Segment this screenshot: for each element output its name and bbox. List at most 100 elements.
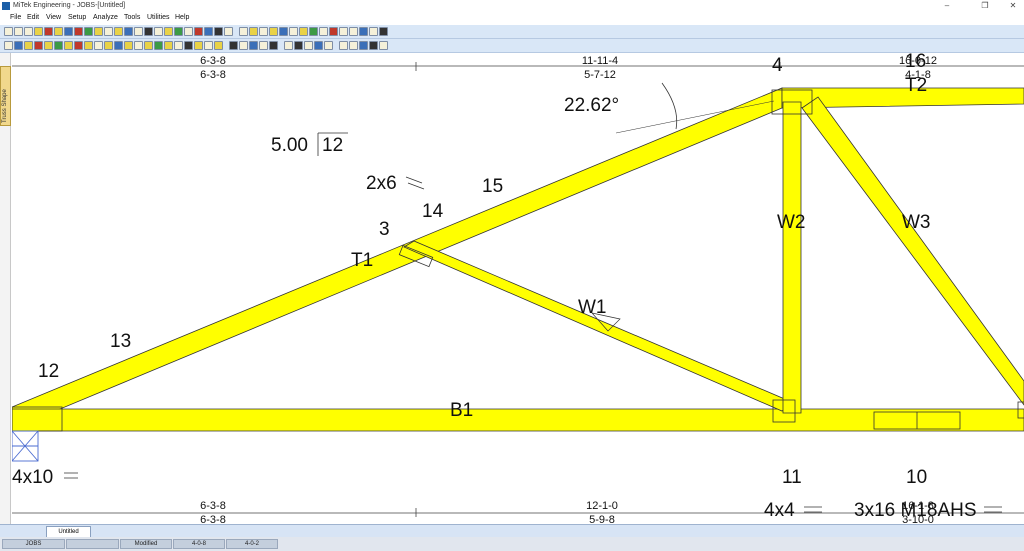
menu-utilities[interactable]: Utilities (147, 14, 170, 21)
copy-icon[interactable] (14, 41, 23, 50)
results-icon[interactable] (104, 27, 113, 36)
report-icon[interactable] (144, 27, 153, 36)
roof-icon[interactable] (44, 27, 53, 36)
dimension-icon[interactable] (204, 27, 213, 36)
web-w1[interactable] (403, 240, 795, 412)
menu-file[interactable]: File (10, 14, 21, 21)
disk-icon[interactable] (314, 41, 323, 50)
stub-icon[interactable] (124, 41, 133, 50)
design-icon[interactable] (94, 27, 103, 36)
print-icon[interactable] (24, 27, 33, 36)
pitch-icon[interactable] (249, 27, 258, 36)
floor-icon[interactable] (84, 41, 93, 50)
frame-icon[interactable] (204, 41, 213, 50)
chart-icon[interactable] (124, 27, 133, 36)
truss-shape-icon[interactable] (239, 27, 248, 36)
web-icon[interactable] (289, 27, 298, 36)
wizard-icon[interactable] (34, 27, 43, 36)
analysis-icon[interactable] (214, 27, 223, 36)
check-icon[interactable] (359, 27, 368, 36)
monitor-icon[interactable] (369, 41, 378, 50)
splice-icon[interactable] (309, 27, 318, 36)
member-icon[interactable] (319, 27, 328, 36)
grid-icon[interactable] (134, 27, 143, 36)
pitch-run-label: 12 (322, 135, 343, 156)
arrow-icon[interactable] (324, 41, 333, 50)
sheet-icon[interactable] (259, 41, 268, 50)
chord-icon[interactable] (299, 27, 308, 36)
heel-icon[interactable] (259, 27, 268, 36)
minimize-button[interactable]: – (938, 1, 956, 10)
restore-button[interactable]: ❐ (976, 1, 994, 10)
page-icon[interactable] (284, 41, 293, 50)
menu-analyze[interactable]: Analyze (93, 14, 118, 21)
doc-icon[interactable] (339, 41, 348, 50)
calc-icon[interactable] (239, 41, 248, 50)
mono-icon[interactable] (54, 41, 63, 50)
web-w2[interactable] (782, 101, 802, 414)
hip-icon[interactable] (34, 41, 43, 50)
profile-icon[interactable] (249, 41, 258, 50)
gear-icon[interactable] (229, 41, 238, 50)
drawing-icon[interactable] (369, 27, 378, 36)
cap-icon[interactable] (194, 41, 203, 50)
truss-icon[interactable] (54, 27, 63, 36)
piggyback-icon[interactable] (134, 41, 143, 50)
close-button[interactable]: ✕ (1004, 1, 1022, 10)
window-icon[interactable] (379, 41, 388, 50)
open-icon[interactable] (4, 27, 13, 36)
web-w3[interactable] (801, 96, 1024, 406)
vault-icon[interactable] (114, 41, 123, 50)
bevel-icon[interactable] (154, 41, 163, 50)
gable-icon[interactable] (24, 41, 33, 50)
undo-icon[interactable] (339, 27, 348, 36)
status-dimension-1: 4-0-8 (173, 539, 225, 549)
top-chord-t1[interactable] (12, 87, 783, 430)
new-icon[interactable] (4, 41, 13, 50)
layer-icon[interactable] (184, 41, 193, 50)
menu-bar: File Edit View Setup Analyze Tools Utili… (0, 12, 1024, 24)
attic-icon[interactable] (64, 41, 73, 50)
hardware-icon[interactable] (269, 41, 278, 50)
joint-tool-icon[interactable] (184, 27, 193, 36)
menu-edit[interactable]: Edit (27, 14, 39, 21)
web-tool-icon[interactable] (174, 27, 183, 36)
bearing-icon[interactable] (64, 27, 73, 36)
joint-icon[interactable] (329, 27, 338, 36)
doc2-icon[interactable] (349, 41, 358, 50)
valley-icon[interactable] (144, 41, 153, 50)
settings2-icon[interactable] (294, 41, 303, 50)
panel-icon[interactable] (279, 27, 288, 36)
menu-help[interactable]: Help (175, 14, 189, 21)
redo-icon[interactable] (349, 27, 358, 36)
layout-icon[interactable] (114, 27, 123, 36)
delete-icon[interactable] (194, 27, 203, 36)
notch-icon[interactable] (164, 41, 173, 50)
window-title: MiTek Engineering - JOBS-[Untitled] (13, 2, 126, 9)
load-icon[interactable] (74, 27, 83, 36)
bottom-dim-mid-top: 12-1-0 (586, 500, 618, 512)
cantilever-icon[interactable] (94, 41, 103, 50)
roof-shape-icon[interactable] (214, 41, 223, 50)
print-preview-icon[interactable] (379, 27, 388, 36)
studs-icon[interactable] (174, 41, 183, 50)
menu-setup[interactable]: Setup (68, 14, 86, 21)
girder-icon[interactable] (74, 41, 83, 50)
scissor-icon[interactable] (44, 41, 53, 50)
settings-icon[interactable] (154, 27, 163, 36)
drawing-canvas[interactable]: 6-3-8 6-3-8 11-11-4 5-7-12 16-0-12 4-1-8… (12, 53, 1024, 524)
overhang-icon[interactable] (269, 27, 278, 36)
plate-icon[interactable] (84, 27, 93, 36)
flat-icon[interactable] (104, 41, 113, 50)
bottom-chord-b1[interactable] (12, 408, 1024, 432)
member-tool-icon[interactable] (164, 27, 173, 36)
export-icon[interactable] (224, 27, 233, 36)
truss-shape-tab[interactable]: Truss Shape (0, 66, 11, 126)
folder-icon[interactable] (304, 41, 313, 50)
menu-tools[interactable]: Tools (124, 14, 140, 21)
save-icon[interactable] (14, 27, 23, 36)
plate-left-equal (64, 472, 78, 479)
tab-untitled[interactable]: Untitled (46, 526, 91, 537)
view-icon[interactable] (359, 41, 368, 50)
menu-view[interactable]: View (46, 14, 61, 21)
